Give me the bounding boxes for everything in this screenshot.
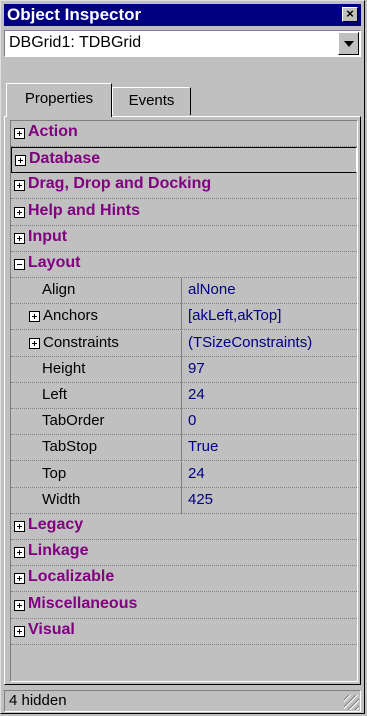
property-value[interactable]: [akLeft,akTop] [188,307,281,324]
expand-icon[interactable] [14,521,25,532]
property-name: Left [42,386,68,403]
property-value[interactable]: (TSizeConstraints) [188,334,312,351]
category-row-input[interactable]: Input [11,226,357,252]
property-row-taborder[interactable]: TabOrder 0 [11,409,357,436]
tab-properties-label: Properties [24,90,94,107]
expand-icon[interactable] [29,311,40,323]
expand-icon[interactable] [14,625,25,637]
column-divider[interactable] [181,435,182,462]
category-label: Input [28,227,68,245]
property-value[interactable]: 24 [188,386,205,403]
property-name: Height [42,359,86,377]
column-divider[interactable] [181,304,182,331]
expand-icon[interactable] [14,573,25,585]
category-row-miscellaneous[interactable]: Miscellaneous [11,593,357,619]
category-row-database[interactable]: Database [11,147,357,174]
category-row-legacy[interactable]: Legacy [11,514,357,540]
property-row-constraints[interactable]: Constraints (TSizeConstraints) [11,330,357,357]
property-value[interactable]: 24 [188,465,205,482]
category-label: Layout [28,254,81,271]
property-row-align[interactable]: Align alNone [11,278,357,305]
property-row-height[interactable]: Height 97 [11,356,357,383]
property-value[interactable]: True [188,438,218,455]
category-label: Action [28,123,78,140]
property-name: Top [42,464,67,482]
category-row-linkage[interactable]: Linkage [11,540,357,567]
collapse-icon[interactable] [14,259,25,270]
property-grid[interactable]: Action Database Drag, Drop and Docking Help… [10,120,358,682]
category-label: Database [29,150,101,168]
object-inspector-window: Object Inspector × DBGrid1: TDBGrid Prop… [0,0,365,714]
property-name: Anchors [43,307,99,325]
column-divider[interactable] [181,487,182,514]
property-name: TabStop [42,438,98,456]
category-label: Miscellaneous [28,594,138,612]
expand-icon[interactable] [14,547,25,559]
tab-events[interactable]: Events [112,87,191,115]
close-icon: × [346,6,354,21]
category-label: Drag, Drop and Docking [28,175,212,193]
property-value[interactable]: 97 [188,360,205,377]
category-label: Linkage [28,542,89,560]
status-bar: 4 hidden [4,690,361,712]
expand-icon[interactable] [14,232,25,244]
category-row-drag-drop-and-docking[interactable]: Drag, Drop and Docking [11,173,357,200]
property-name: Constraints [43,333,119,351]
expand-icon[interactable] [15,155,26,167]
category-label: Localizable [28,568,115,586]
category-label: Help and Hints [28,201,141,219]
column-divider[interactable] [181,383,182,409]
category-row-layout[interactable]: Layout [11,252,357,278]
title-bar[interactable]: Object Inspector × [4,4,361,26]
column-divider[interactable] [181,356,182,383]
category-row-help-and-hints[interactable]: Help and Hints [11,200,357,226]
column-divider[interactable] [181,461,182,488]
property-row-top[interactable]: Top 24 [11,461,357,488]
property-row-left[interactable]: Left 24 [11,383,357,409]
category-row-localizable[interactable]: Localizable [11,566,357,593]
property-row-anchors[interactable]: Anchors [akLeft,akTop] [11,304,357,331]
expand-icon[interactable] [29,337,40,349]
hidden-count: 4 hidden [9,692,67,709]
property-name: Width [42,490,81,508]
property-name: TabOrder [42,412,105,430]
column-divider[interactable] [181,409,182,436]
category-row-visual[interactable]: Visual [11,619,357,645]
category-row-action[interactable]: Action [11,121,357,147]
property-value[interactable]: 0 [188,412,196,429]
column-divider[interactable] [181,330,182,357]
size-grip-icon[interactable] [344,695,359,710]
window-title: Object Inspector [7,5,142,24]
category-label: Visual [28,620,75,638]
column-divider[interactable] [181,278,182,305]
chevron-down-icon[interactable] [338,32,359,55]
expand-icon[interactable] [14,599,25,611]
property-row-width[interactable]: Width 425 [11,487,357,514]
tab-properties[interactable]: Properties [6,83,112,117]
expand-icon[interactable] [14,180,25,192]
expand-icon[interactable] [14,128,25,139]
category-label: Legacy [28,516,84,533]
property-name: Align [42,281,76,299]
close-button[interactable]: × [342,7,358,22]
property-value[interactable]: alNone [188,281,236,298]
property-value[interactable]: 425 [188,491,213,508]
tab-events-label: Events [128,92,175,109]
expand-icon[interactable] [14,206,25,218]
component-selector-value: DBGrid1: TDBGrid [9,34,142,51]
component-selector[interactable]: DBGrid1: TDBGrid [4,30,361,57]
property-row-tabstop[interactable]: TabStop True [11,435,357,462]
